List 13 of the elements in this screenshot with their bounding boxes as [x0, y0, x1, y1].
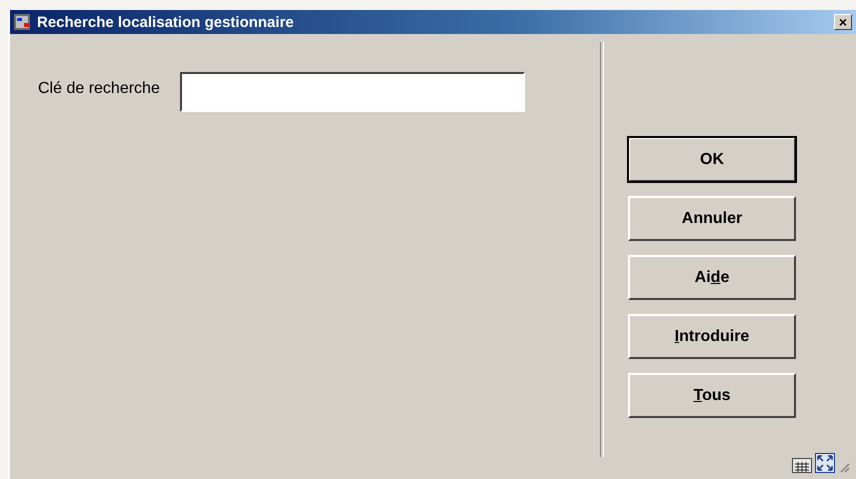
search-key-label: Clé de recherche — [38, 80, 160, 98]
dialog-button[interactable]: OK — [628, 137, 796, 182]
window-title: Recherche localisation gestionnaire — [37, 14, 295, 30]
search-key-field[interactable] — [180, 72, 525, 112]
resize-grip-icon[interactable] — [838, 461, 850, 473]
dialog-button[interactable]: Tous — [628, 373, 796, 418]
app-icon — [14, 14, 32, 30]
dialog-button[interactable]: Aide — [628, 255, 796, 300]
keyboard-icon[interactable] — [792, 455, 812, 473]
dialog-button[interactable]: Annuler — [628, 196, 796, 241]
close-button[interactable]: × — [834, 14, 852, 30]
dialog-button[interactable]: Introduire — [628, 314, 796, 359]
expand-icon[interactable] — [815, 453, 835, 473]
